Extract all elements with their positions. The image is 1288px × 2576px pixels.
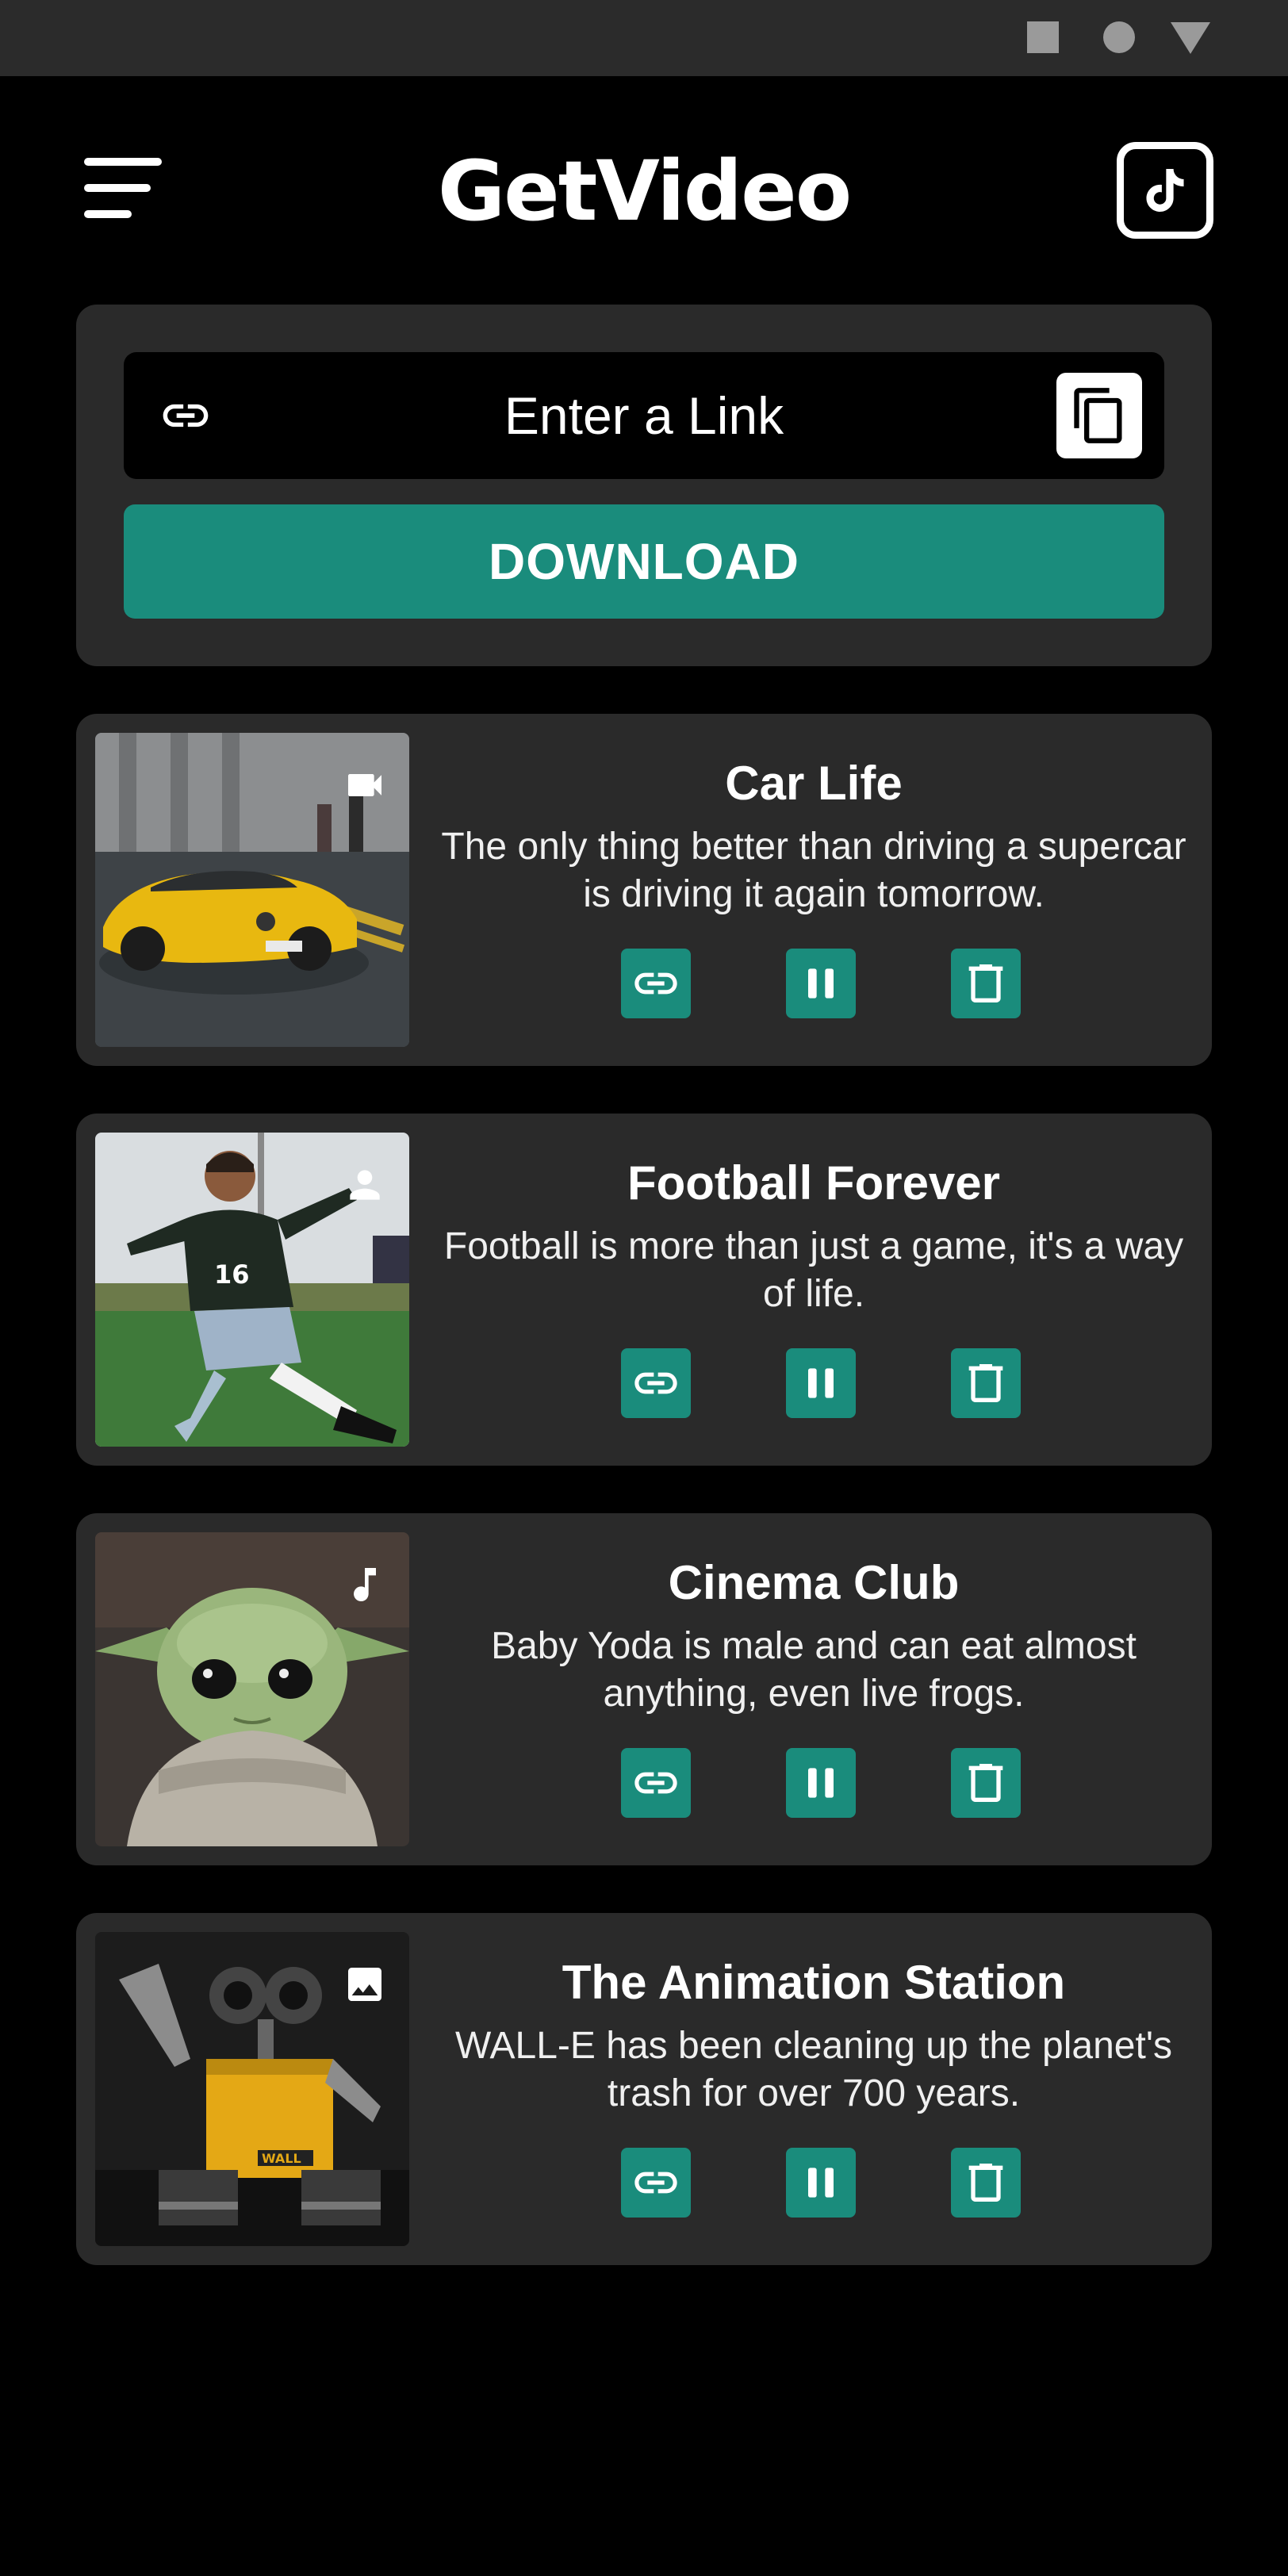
video-description: Football is more than just a game, it's … (443, 1225, 1184, 1315)
video-description: WALL-E has been cleaning up the planet's… (455, 2025, 1172, 2114)
pause-button[interactable] (786, 949, 856, 1018)
pause-icon (808, 1368, 834, 1398)
recent-apps-icon[interactable] (1027, 21, 1059, 53)
trash-icon (968, 2164, 1003, 2202)
video-title: Car Life (725, 757, 903, 810)
video-thumbnail[interactable]: WALL (95, 1932, 409, 2246)
pause-button[interactable] (786, 2148, 856, 2218)
svg-text:16: 16 (214, 1259, 250, 1290)
link-panel: DOWNLOAD (76, 305, 1212, 666)
pause-icon (808, 968, 834, 999)
trash-icon (968, 1764, 1003, 1802)
video-card: Car Life The only thing better than driv… (76, 714, 1212, 1066)
video-card: Cinema Club Baby Yoda is male and can ea… (76, 1513, 1212, 1865)
link-icon (634, 1372, 677, 1394)
link-icon (634, 2172, 677, 2194)
image-icon (348, 1968, 381, 2001)
pause-icon (808, 1768, 834, 1798)
link-icon (634, 972, 677, 995)
delete-button[interactable] (951, 1348, 1021, 1418)
tiktok-icon[interactable] (1117, 142, 1213, 239)
delete-button[interactable] (951, 2148, 1021, 2218)
video-card: WALL The Animation Station WALL-E has be… (76, 1913, 1212, 2265)
video-camera-icon (348, 774, 381, 796)
video-thumbnail[interactable] (95, 733, 409, 1047)
status-bar (0, 0, 1288, 76)
video-thumbnail[interactable]: 16 (95, 1133, 409, 1447)
copy-link-button[interactable] (621, 2148, 691, 2218)
delete-button[interactable] (951, 949, 1021, 1018)
video-description: The only thing better than driving a sup… (441, 826, 1186, 915)
link-input-container (124, 352, 1164, 479)
pause-button[interactable] (786, 1748, 856, 1818)
video-description: Baby Yoda is male and can eat almost any… (491, 1625, 1137, 1715)
paste-icon (1074, 388, 1122, 443)
back-icon[interactable] (1171, 22, 1210, 54)
download-button[interactable]: DOWNLOAD (124, 504, 1164, 619)
music-note-icon (354, 1568, 376, 1602)
video-title: The Animation Station (562, 1956, 1066, 2009)
delete-button[interactable] (951, 1748, 1021, 1818)
video-thumbnail[interactable] (95, 1532, 409, 1846)
copy-link-button[interactable] (621, 949, 691, 1018)
link-icon (163, 404, 209, 427)
link-icon (634, 1772, 677, 1794)
copy-link-button[interactable] (621, 1748, 691, 1818)
app-header: GetVideo (0, 76, 1288, 306)
trash-icon (968, 964, 1003, 1002)
paste-button[interactable] (1056, 373, 1142, 458)
video-title: Football Forever (627, 1156, 1001, 1209)
svg-text:WALL: WALL (262, 2151, 301, 2166)
link-input[interactable] (235, 352, 1053, 479)
copy-link-button[interactable] (621, 1348, 691, 1418)
home-icon[interactable] (1103, 21, 1135, 53)
app-logo: GetVideo (437, 143, 852, 240)
pause-icon (808, 2168, 834, 2198)
person-icon (350, 1170, 380, 1200)
trash-icon (968, 1364, 1003, 1402)
video-card: 16 Football Forever Football is more tha… (76, 1114, 1212, 1466)
pause-button[interactable] (786, 1348, 856, 1418)
video-title: Cinema Club (668, 1556, 960, 1609)
